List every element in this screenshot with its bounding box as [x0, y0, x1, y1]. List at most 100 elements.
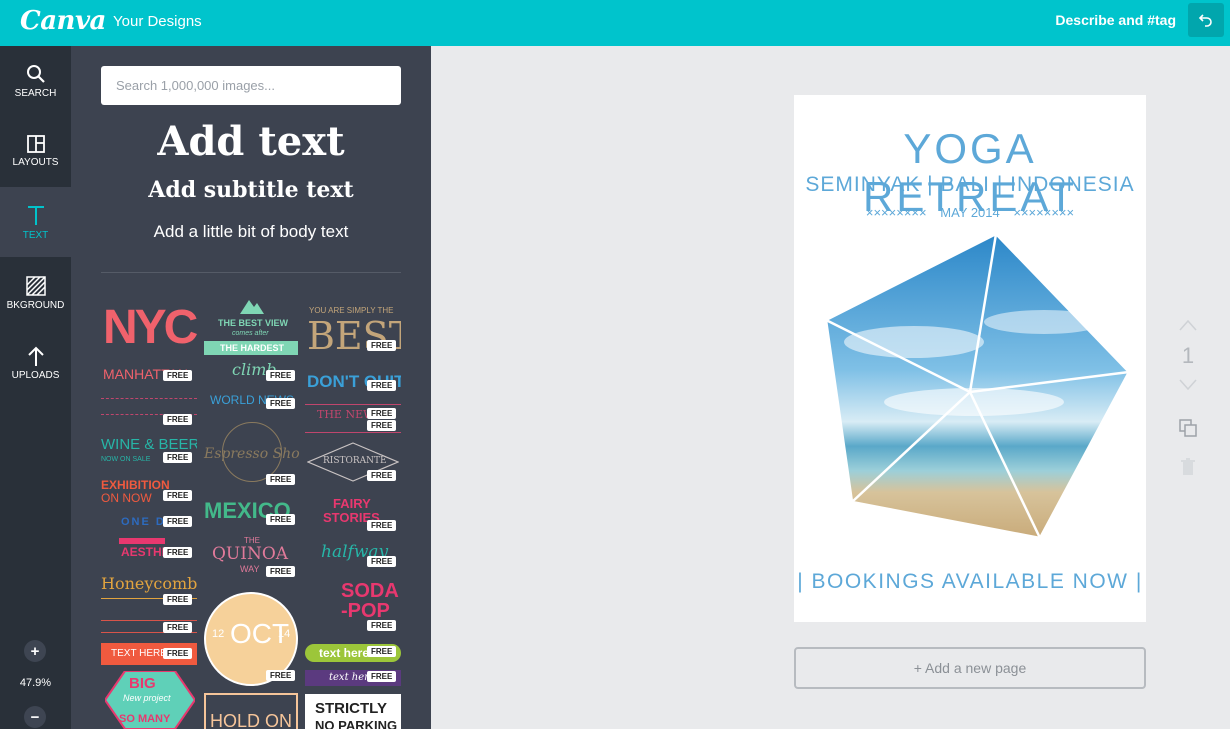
tile-text: TEXT HERE [111, 648, 167, 659]
free-badge: FREE [163, 414, 193, 425]
chevron-up-icon [1179, 319, 1197, 331]
plus-icon: + [30, 642, 40, 660]
text-template-quinoa[interactable]: THE QUINOA WAY FREE [202, 534, 300, 580]
rail-search[interactable]: SEARCH [0, 46, 71, 116]
tile-text: Honeycomb [101, 574, 197, 593]
tile-text: Espresso Shot [204, 446, 300, 462]
tile-text: text here [319, 646, 370, 660]
add-heading-button[interactable]: Add text [71, 118, 431, 165]
text-template-red-lines[interactable]: FREE [101, 616, 197, 638]
free-badge: FREE [163, 490, 193, 501]
free-badge: FREE [367, 380, 397, 391]
pentagon-photo[interactable] [824, 232, 1130, 538]
rail-uploads[interactable]: UPLOADS [0, 328, 71, 398]
text-template-exhibition[interactable]: EXHIBITION ON NOW FREE [101, 476, 197, 508]
text-template-soda-pop[interactable]: SODA -POP FREE [305, 578, 401, 636]
text-template-one-d[interactable]: ONE D FREE [101, 511, 197, 535]
duplicate-page-button[interactable] [1174, 418, 1202, 443]
text-template-mexico[interactable]: MEXICO FREE [202, 496, 300, 530]
text-template-honeycomb[interactable]: Honeycomb FREE [101, 572, 197, 612]
free-badge: FREE [163, 622, 193, 633]
text-template-big-project[interactable]: BIG New project SO MANY [101, 671, 197, 729]
move-page-up-button[interactable] [1174, 318, 1202, 336]
layouts-icon [26, 134, 45, 153]
text-template-fairy-stories[interactable]: FAIRY STORIES FREE [305, 494, 401, 536]
canva-logo[interactable]: Canva [20, 6, 106, 36]
free-badge: FREE [367, 671, 397, 682]
free-badge: FREE [367, 556, 397, 567]
text-template-pink-lines[interactable]: FREE [101, 392, 197, 428]
minus-icon: − [30, 708, 40, 726]
free-badge: FREE [266, 670, 296, 681]
panel-divider [101, 272, 401, 273]
trash-icon [1181, 458, 1195, 475]
free-badge: FREE [367, 620, 397, 631]
free-badge: FREE [367, 420, 397, 431]
free-badge: FREE [163, 594, 193, 605]
text-template-world-news[interactable]: WORLD NEWS FREE [202, 390, 300, 416]
tile-text: RISTORANTE [323, 456, 387, 466]
text-template-halfway[interactable]: halfway FREE [305, 540, 401, 570]
tile-text: THE BEST VIEW [218, 318, 289, 328]
text-template-best-view[interactable]: THE BEST VIEW comes after THE HARDEST cl… [202, 298, 300, 384]
rail-layouts-label: LAYOUTS [12, 156, 59, 168]
your-designs-link[interactable]: Your Designs [113, 13, 202, 30]
text-template-ristorante[interactable]: RISTORANTE FREE [305, 442, 401, 488]
text-template-wine-beer[interactable]: WINE & BEER NOW ON SALE FREE [101, 434, 197, 468]
tile-decoration [305, 404, 401, 405]
text-icon [27, 205, 44, 225]
delete-page-button[interactable] [1174, 458, 1202, 481]
tile-text: WAY [240, 564, 260, 574]
tile-text: FAIRY [333, 496, 371, 511]
add-subtitle-button[interactable]: Add subtitle text [71, 177, 431, 203]
zoom-out-button[interactable]: − [24, 706, 46, 728]
zoom-level: 47.9% [19, 677, 52, 689]
left-rail: SEARCH LAYOUTS TEXT BKGROUND UPLOADS + 4… [0, 46, 71, 729]
text-template-espresso[interactable]: Espresso Shot FREE [202, 422, 300, 490]
free-badge: FREE [163, 516, 193, 527]
poster-date: MAY 2014 [940, 205, 1000, 220]
top-bar: Canva Your Designs Describe and #tag [0, 0, 1230, 46]
free-badge: FREE [266, 474, 296, 485]
tile-text: QUINOA [212, 544, 289, 564]
text-template-text-here-green[interactable]: text here FREE [305, 642, 401, 664]
poster-footer[interactable]: | BOOKINGS AVAILABLE NOW | [794, 570, 1146, 594]
text-template-strictly-no-parking[interactable]: STRICTLY NO PARKING [305, 694, 401, 729]
tile-text: BIG [129, 675, 156, 692]
move-page-down-button[interactable] [1174, 378, 1202, 396]
rail-uploads-label: UPLOADS [11, 369, 60, 381]
free-badge: FREE [367, 408, 397, 419]
free-badge: FREE [367, 470, 397, 481]
text-panel: Add text Add subtitle text Add a little … [71, 46, 431, 729]
design-page[interactable]: YOGA RETREAT SEMINYAK | BALI | INDONESIA… [794, 95, 1146, 622]
text-template-text-here-red[interactable]: TEXT HERE FREE [101, 643, 197, 665]
poster-date-decoration-right: ×××××××× [1013, 205, 1075, 220]
free-badge: FREE [266, 514, 296, 525]
text-template-best[interactable]: YOU ARE SIMPLY THE BEST FREE [305, 304, 401, 354]
poster-subtitle[interactable]: SEMINYAK | BALI | INDONESIA [794, 173, 1146, 197]
upload-arrow-icon [27, 346, 44, 366]
rail-text[interactable]: TEXT [0, 187, 71, 257]
rail-layouts[interactable]: LAYOUTS [0, 116, 71, 186]
text-template-hold-on[interactable]: HOLD ON [202, 693, 300, 729]
describe-and-tag-button[interactable]: Describe and #tag [1055, 12, 1176, 28]
tile-text: 12 [212, 628, 225, 640]
text-template-oct[interactable]: 12 OCT 14 FREE [202, 590, 300, 688]
background-pattern-icon [25, 275, 46, 296]
image-search-input[interactable] [101, 66, 401, 105]
tile-text: NOW ON SALE [101, 456, 151, 463]
text-template-aesthe[interactable]: AESTHE FREE [101, 538, 197, 564]
text-template-the-new[interactable]: THE NEW FREE FREE [305, 402, 401, 436]
add-new-page-button[interactable]: + Add a new page [794, 647, 1146, 689]
poster-date-line[interactable]: ×××××××× MAY 2014 ×××××××× [794, 205, 1146, 220]
rail-search-label: SEARCH [14, 87, 57, 99]
tile-text: THE NEW [317, 408, 375, 421]
text-template-dont-quit[interactable]: DON'T QUIT FREE [305, 364, 401, 396]
rail-background[interactable]: BKGROUND [0, 258, 71, 328]
text-template-nyc[interactable]: NYC MANHATTAN FREE [101, 300, 197, 386]
undo-button[interactable] [1188, 3, 1224, 37]
text-template-text-here-purple[interactable]: text here FREE [305, 668, 401, 688]
tile-text: 14 [278, 628, 291, 640]
add-body-text-button[interactable]: Add a little bit of body text [71, 222, 431, 242]
zoom-in-button[interactable]: + [24, 640, 46, 662]
